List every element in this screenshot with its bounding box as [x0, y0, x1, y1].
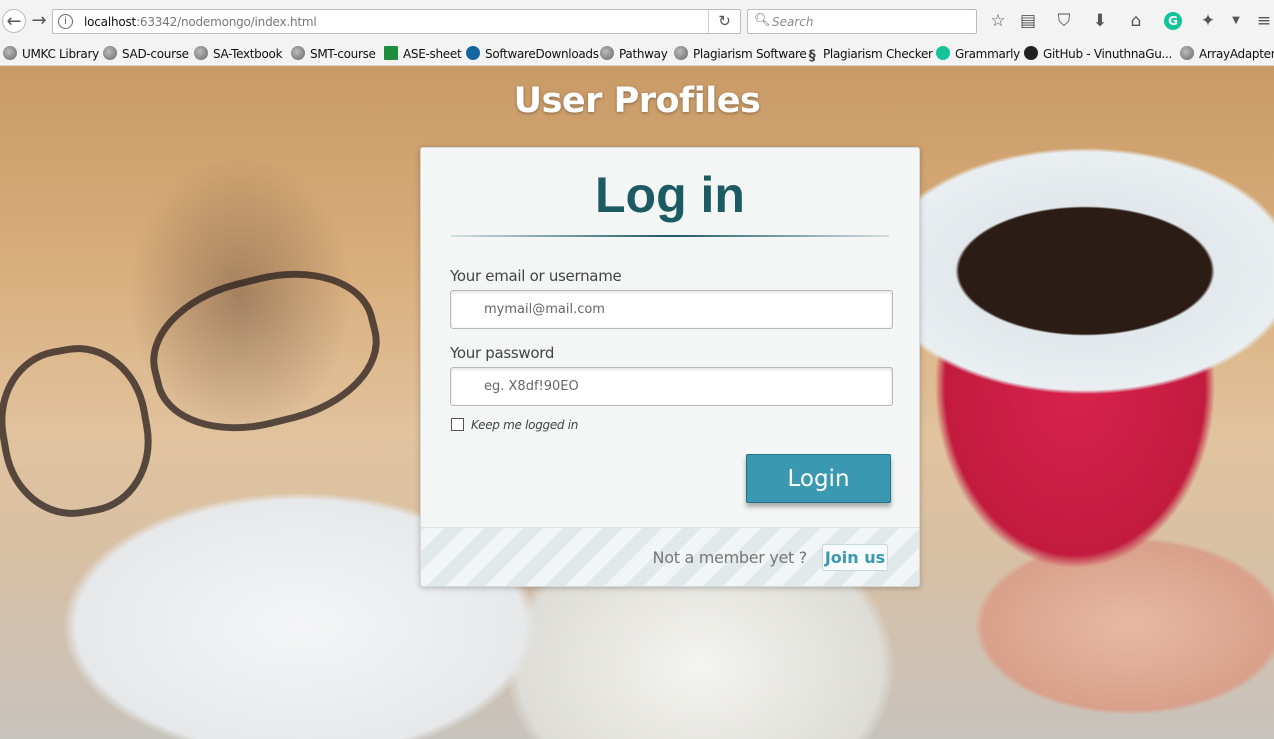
- bookmark-label: Plagiarism Checker: [823, 47, 933, 61]
- info-icon[interactable]: i: [58, 14, 73, 29]
- sheets-icon: [384, 46, 398, 60]
- home-icon[interactable]: ⌂: [1124, 9, 1148, 33]
- title-divider: [451, 235, 889, 237]
- url-path: :63342/nodemongo/index.html: [136, 15, 317, 29]
- globe-icon: [674, 46, 688, 60]
- bookmark-label: UMKC Library: [22, 47, 99, 61]
- login-footer: Not a member yet ? Join us: [421, 527, 919, 586]
- login-title: Log in: [595, 167, 745, 223]
- glasses-lens: [135, 250, 395, 452]
- bookmark-sad-course[interactable]: SAD-course: [103, 45, 189, 63]
- not-member-text: Not a member yet ?: [652, 548, 808, 567]
- reading-list-icon[interactable]: ▤: [1016, 9, 1040, 33]
- bookmark-label: Pathway: [619, 47, 668, 61]
- search-input[interactable]: [772, 11, 972, 32]
- download-icon[interactable]: ⬇: [1088, 9, 1112, 33]
- bookmark-label: Grammarly: [955, 47, 1020, 61]
- password-field[interactable]: [450, 367, 893, 406]
- password-label: Your password: [450, 344, 555, 362]
- address-bar[interactable]: i localhost:63342/nodemongo/index.html ↻: [52, 9, 741, 34]
- reload-icon[interactable]: ↻: [708, 10, 740, 33]
- bookmark-ase-sheet[interactable]: ASE-sheet: [384, 45, 462, 63]
- grammarly-extension-icon[interactable]: G: [1164, 12, 1182, 30]
- url-text[interactable]: localhost:63342/nodemongo/index.html: [84, 15, 317, 29]
- keep-logged-in-checkbox[interactable]: [451, 418, 464, 431]
- globe-icon: [103, 46, 117, 60]
- search-icon: 🔍︎: [754, 13, 771, 28]
- globe-icon: [600, 46, 614, 60]
- search-bar[interactable]: 🔍︎: [747, 9, 977, 34]
- bookmark-label: SAD-course: [122, 47, 189, 61]
- email-label: Your email or username: [450, 267, 622, 285]
- bookmark-plagiarism-software[interactable]: Plagiarism Software: [674, 45, 807, 63]
- bookmark-label: SMT-course: [310, 47, 376, 61]
- globe-icon: [194, 46, 208, 60]
- join-us-link[interactable]: Join us: [822, 544, 888, 571]
- login-card: Log in Your email or username Your passw…: [420, 147, 920, 587]
- grammarly-icon: [936, 46, 950, 60]
- bookmark-label: ASE-sheet: [403, 47, 462, 61]
- github-icon: [1024, 46, 1038, 60]
- bookmark-label: SoftwareDownloads: [485, 47, 599, 61]
- bookmark-label: GitHub - VinuthnaGu...: [1043, 47, 1173, 61]
- ss-icon: §: [808, 48, 816, 64]
- globe-icon: [291, 46, 305, 60]
- page-title: User Profiles: [513, 81, 761, 121]
- bookmark-umkc-library[interactable]: UMKC Library: [3, 45, 99, 63]
- chevron-down-icon[interactable]: ▼: [1224, 9, 1248, 33]
- bookmark-label: Plagiarism Software: [693, 47, 807, 61]
- bookmark-label: ArrayAdapter: [1199, 47, 1274, 61]
- glasses-lens: [0, 334, 164, 528]
- otn-icon: [466, 46, 480, 60]
- back-arrow-icon[interactable]: ←: [2, 9, 26, 33]
- bookmark-label: SA-Textbook: [213, 47, 283, 61]
- bookmark-grammarly[interactable]: Grammarly: [936, 45, 1020, 63]
- login-button[interactable]: Login: [746, 454, 891, 503]
- pocket-icon[interactable]: ⛉: [1052, 9, 1076, 33]
- bookmark-github[interactable]: GitHub - VinuthnaGu...: [1024, 45, 1172, 63]
- globe-icon: [1180, 46, 1194, 60]
- email-field[interactable]: [450, 290, 893, 329]
- bookmark-arrayadapter[interactable]: ArrayAdapter: [1180, 45, 1274, 63]
- star-icon[interactable]: ☆: [986, 9, 1010, 33]
- bookmark-smt-course[interactable]: SMT-course: [291, 45, 376, 63]
- url-host: localhost: [84, 15, 137, 29]
- page-viewport: User Profiles Log in Your email or usern…: [0, 66, 1274, 739]
- bookmarks-bar: UMKC Library SAD-course SA-Textbook SMT-…: [0, 42, 1274, 66]
- browser-toolbar: ← → i localhost:63342/nodemongo/index.ht…: [0, 0, 1274, 42]
- forward-arrow-icon[interactable]: →: [27, 9, 51, 33]
- globe-icon: [3, 46, 17, 60]
- bookmark-plagiarism-checker[interactable]: § Plagiarism Checker: [806, 45, 933, 63]
- keep-logged-in-label[interactable]: Keep me logged in: [471, 418, 578, 432]
- bookmark-pathway[interactable]: Pathway: [600, 45, 668, 63]
- menu-icon[interactable]: ≡: [1252, 9, 1274, 33]
- bookmark-softwaredownloads[interactable]: SoftwareDownloads: [466, 45, 599, 63]
- bookmark-sa-textbook[interactable]: SA-Textbook: [194, 45, 283, 63]
- extension-icon[interactable]: ✦: [1196, 9, 1220, 33]
